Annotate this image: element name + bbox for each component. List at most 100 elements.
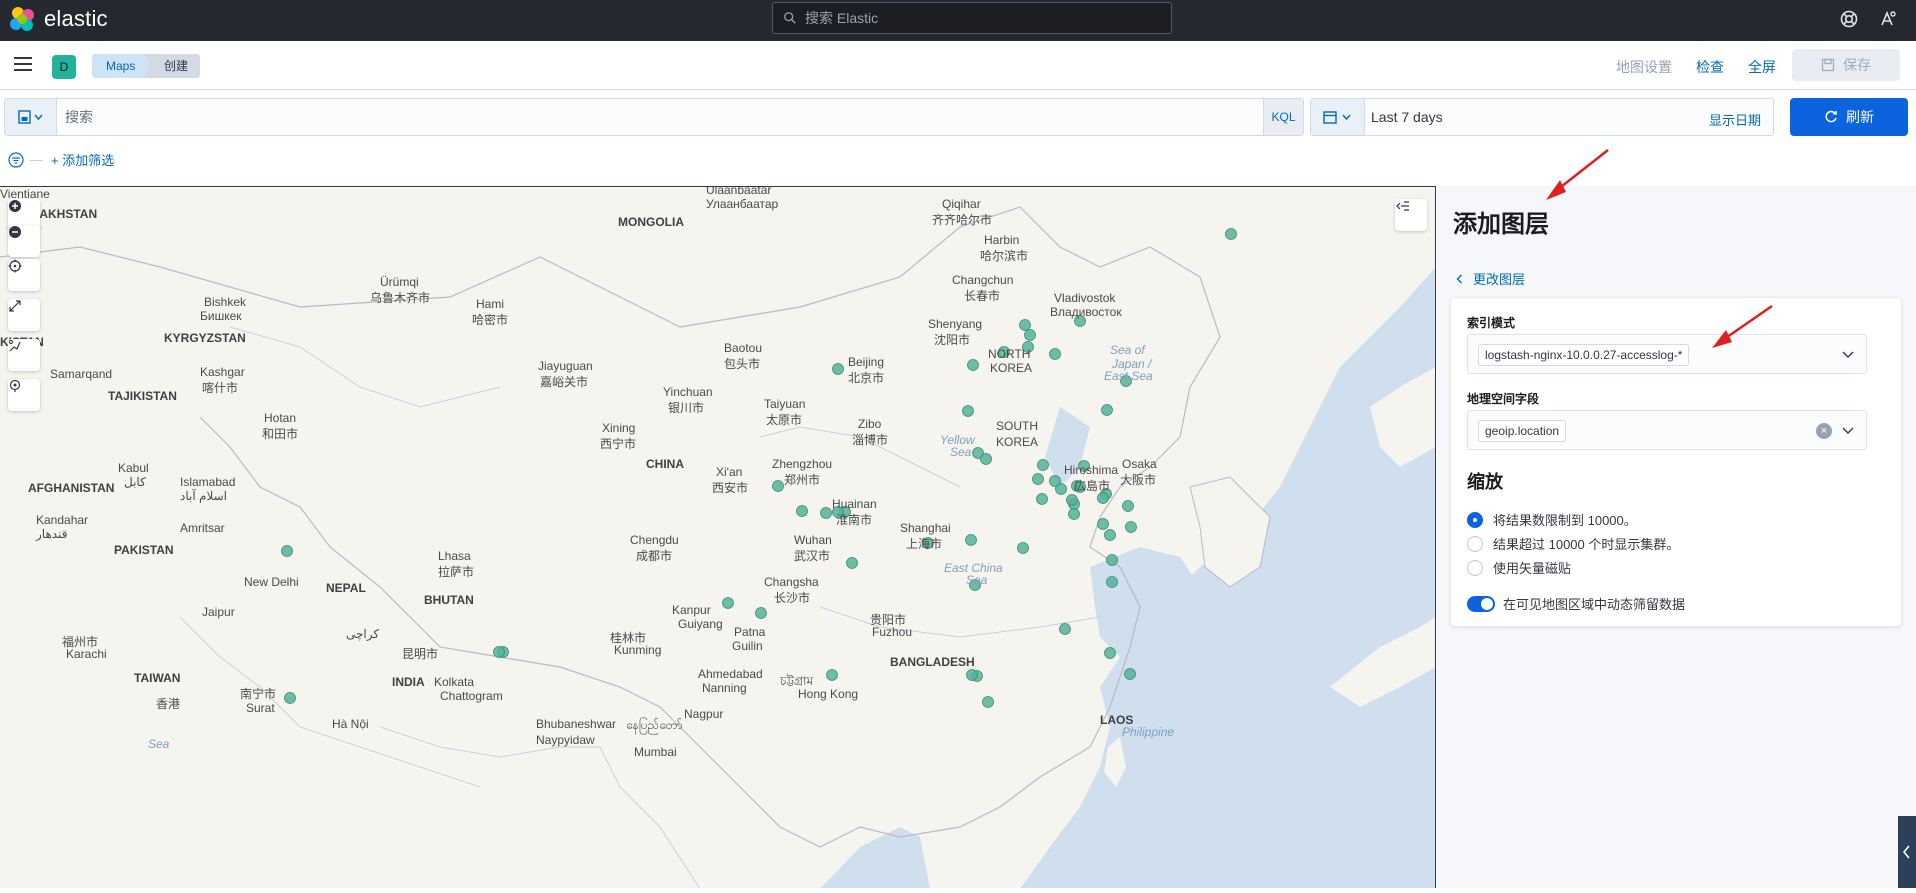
map-data-point[interactable]: [755, 607, 767, 619]
add-filter-button[interactable]: + 添加筛选: [51, 150, 114, 169]
map-data-point[interactable]: [1068, 508, 1080, 520]
calendar-icon: [1322, 111, 1351, 124]
map-data-point[interactable]: [820, 507, 832, 519]
map-data-point[interactable]: [826, 669, 838, 681]
quick-date-button[interactable]: [1311, 99, 1365, 135]
map-data-point[interactable]: [722, 597, 734, 609]
scaling-option-limit[interactable]: 将结果数限制到 10000。: [1467, 510, 1637, 529]
global-search-input[interactable]: [805, 10, 1165, 26]
scaling-option-label: 结果超过 10000 个时显示集群。: [1493, 537, 1680, 552]
map-data-point[interactable]: [1049, 475, 1061, 487]
map-label: 哈密市: [472, 313, 509, 327]
toggle-switch[interactable]: [1467, 595, 1495, 612]
map-data-point[interactable]: [1036, 493, 1048, 505]
show-dates-link[interactable]: 显示日期: [1709, 110, 1761, 129]
map-data-point[interactable]: [1024, 329, 1036, 341]
space-avatar[interactable]: D: [52, 55, 76, 79]
elastic-logo[interactable]: elastic: [10, 6, 108, 32]
scaling-option-mvt[interactable]: 使用矢量磁贴: [1467, 558, 1571, 577]
map-data-point[interactable]: [284, 692, 296, 704]
set-view-button[interactable]: [8, 259, 40, 291]
map-data-point[interactable]: [1225, 228, 1237, 240]
map-data-point[interactable]: [1104, 529, 1116, 541]
refresh-button[interactable]: 刷新: [1790, 98, 1908, 136]
map-data-point[interactable]: [1104, 647, 1116, 659]
map-data-point[interactable]: [1066, 494, 1078, 506]
draw-point-button[interactable]: [8, 379, 40, 411]
top-header: elastic: [0, 0, 1916, 41]
map-canvas[interactable]: ZAKHSTAN MONGOLIA Ulaanbaatar Улаанбаатар Qi…: [0, 186, 1436, 888]
map-label: Nagpur: [684, 707, 724, 721]
map-data-point[interactable]: [980, 453, 992, 465]
map-data-point[interactable]: [965, 534, 977, 546]
date-range-value[interactable]: Last 7 days: [1371, 109, 1443, 125]
map-data-point[interactable]: [1124, 668, 1136, 680]
map-data-point[interactable]: [281, 545, 293, 557]
filter-icon[interactable]: [8, 151, 24, 168]
clear-icon[interactable]: ×: [1816, 423, 1832, 439]
map-data-point[interactable]: [1106, 554, 1118, 566]
map-label: Бишкек: [200, 309, 242, 323]
map-data-point[interactable]: [1037, 459, 1049, 471]
scaling-option-label: 使用矢量磁贴: [1493, 561, 1572, 576]
map-label: 郑州市: [784, 473, 821, 487]
global-search-field[interactable]: [772, 2, 1172, 34]
menu-icon[interactable]: [14, 57, 32, 71]
index-pattern-select[interactable]: logstash-nginx-10.0.0.27-accesslog-*: [1467, 334, 1867, 374]
change-layer-link[interactable]: 更改图层: [1455, 269, 1525, 288]
map-data-point[interactable]: [1032, 473, 1044, 485]
map-data-point[interactable]: [493, 646, 505, 658]
search-input[interactable]: [65, 99, 1265, 135]
radio-unselected[interactable]: [1467, 559, 1483, 576]
map-data-point[interactable]: [1017, 542, 1029, 554]
map-data-point[interactable]: [1097, 492, 1109, 504]
radio-selected[interactable]: [1467, 511, 1483, 528]
map-data-point[interactable]: [1097, 518, 1109, 530]
fullscreen-link[interactable]: 全屏: [1748, 57, 1776, 77]
layer-control-toggle[interactable]: [1395, 199, 1427, 231]
scaling-option-clusters[interactable]: 结果超过 10000 个时显示集群。: [1467, 534, 1679, 553]
saved-query-button[interactable]: [5, 99, 57, 135]
map-data-point[interactable]: [982, 696, 994, 708]
map-label: Mumbai: [634, 745, 677, 759]
map-label: Shenyang: [928, 317, 983, 331]
map-label: Patna: [734, 625, 766, 639]
map-label: Guilin: [732, 639, 763, 653]
map-data-point[interactable]: [772, 480, 784, 492]
map-data-point[interactable]: [967, 359, 979, 371]
dynamic-filter-toggle[interactable]: 在可见地图区域中动态筛留数据: [1467, 594, 1685, 613]
map-data-point[interactable]: [1122, 500, 1134, 512]
map-label: 成都市: [636, 549, 673, 563]
map-data-point[interactable]: [1059, 623, 1071, 635]
radio-unselected[interactable]: [1467, 535, 1483, 552]
map-data-point[interactable]: [1049, 348, 1061, 360]
date-picker: Last 7 days 显示日期: [1310, 98, 1774, 136]
map-label: Shanghai: [900, 521, 951, 535]
map-label: Kandahar: [36, 513, 89, 527]
map-label: Guiyang: [678, 617, 723, 631]
map-data-point[interactable]: [962, 405, 974, 417]
geo-field-select[interactable]: geoip.location ×: [1467, 410, 1867, 450]
map-label: BANGLADESH: [890, 655, 975, 669]
map-settings-link[interactable]: 地图设置: [1616, 57, 1672, 77]
fit-to-bounds-button[interactable]: [8, 299, 40, 331]
help-icon[interactable]: [1838, 8, 1860, 30]
inspect-link[interactable]: 检查: [1696, 57, 1724, 77]
map-data-point[interactable]: [1106, 576, 1118, 588]
map-data-point[interactable]: [796, 505, 808, 517]
map-data-point[interactable]: [966, 669, 978, 681]
map-label: Vladivostok: [1054, 291, 1116, 305]
map-data-point[interactable]: [1101, 404, 1113, 416]
side-collapse-tab[interactable]: [1898, 816, 1916, 888]
kql-language-button[interactable]: KQL: [1263, 99, 1303, 135]
map-data-point[interactable]: [1019, 319, 1031, 331]
map-label: KOREA: [996, 435, 1039, 449]
save-button[interactable]: 保存: [1792, 49, 1900, 81]
newsfeed-icon[interactable]: [1876, 8, 1898, 30]
draw-shape-button[interactable]: [8, 339, 40, 371]
map-data-point[interactable]: [832, 363, 844, 375]
map-data-point[interactable]: [846, 557, 858, 569]
map-data-point[interactable]: [1125, 521, 1137, 533]
chevron-left-icon: [1902, 845, 1910, 859]
zoom-out-button[interactable]: [8, 225, 40, 257]
